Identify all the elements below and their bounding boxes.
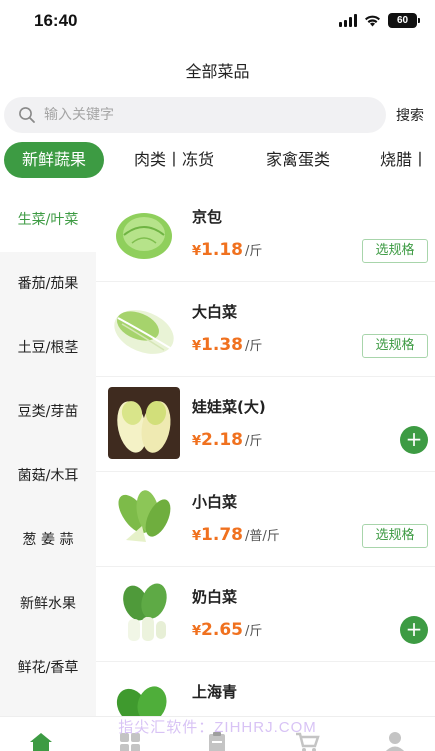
sidebar-item-leafy-greens[interactable]: 生菜/叶菜 [0,188,96,252]
search-button[interactable]: 搜索 [396,105,424,125]
select-spec-button[interactable]: 选规格 [362,239,428,263]
wifi-icon [365,15,380,27]
search-icon [19,107,35,123]
product-name: 上海青 [192,683,238,701]
product-item[interactable]: 小白菜 ¥1.78/普/斤 选规格 [96,473,435,567]
product-name: 京包 [192,208,223,226]
product-item[interactable]: 大白菜 ¥1.38/斤 选规格 [96,283,435,377]
add-to-cart-button[interactable]: + [400,426,428,454]
product-name: 小白菜 [192,493,238,511]
sidebar-item-onion-ginger-garlic[interactable]: 葱 姜 蒜 [0,508,96,572]
signal-icon [339,14,357,27]
product-name: 娃娃菜(大) [192,398,266,416]
search-input[interactable] [44,107,344,123]
status-icons: 60 [339,13,420,28]
product-item[interactable]: 上海青 [96,663,435,716]
product-image-cabbage [116,213,172,259]
product-name: 奶白菜 [192,588,238,606]
watermark: 指尖汇软件：ZIHHRJ.COM [118,719,317,736]
status-bar: 16:40 60 [0,0,435,44]
add-to-cart-button[interactable]: + [400,616,428,644]
product-price: ¥2.65/斤 [192,620,263,640]
tab-meat-frozen[interactable]: 肉类丨冻货 [134,142,214,178]
product-list: 京包 ¥1.18/斤 选规格 大白菜 ¥1.38/斤 选规格 娃娃菜(大) ¥2… [96,188,435,716]
product-price: ¥1.18/斤 [192,240,263,260]
product-image-bok-choy [118,490,171,542]
category-sidebar: 生菜/叶菜 番茄/茄果 土豆/根茎 豆类/芽苗 菌菇/木耳 葱 姜 蒜 新鲜水果… [0,188,96,716]
product-image-napa-cabbage [114,310,174,354]
sidebar-item-tomato-eggplant[interactable]: 番茄/茄果 [0,252,96,316]
sidebar-item-mushrooms[interactable]: 菌菇/木耳 [0,444,96,508]
page-title: 全部菜品 [185,62,250,81]
tab-fresh-produce[interactable]: 新鲜蔬果 [4,142,104,178]
product-name: 大白菜 [192,303,238,321]
select-spec-button[interactable]: 选规格 [362,334,428,358]
product-item[interactable]: 奶白菜 ¥2.65/斤 + [96,568,435,662]
product-price: ¥2.18/斤 [192,430,263,450]
sidebar-item-fresh-fruit[interactable]: 新鲜水果 [0,572,96,636]
tab-roast-meat[interactable]: 烧腊丨 [380,142,428,178]
search-bar[interactable] [4,97,386,133]
product-image-baby-cabbage [108,387,180,459]
sidebar-item-beans-sprouts[interactable]: 豆类/芽苗 [0,380,96,444]
select-spec-button[interactable]: 选规格 [362,524,428,548]
sidebar-item-potato-roots[interactable]: 土豆/根茎 [0,316,96,380]
product-image-shanghai-greens [116,686,167,716]
product-image-milk-bok-choy [123,583,167,641]
category-tabs: 新鲜蔬果 肉类丨冻货 家禽蛋类 烧腊丨 [0,142,435,178]
product-item[interactable]: 京包 ¥1.18/斤 选规格 [96,188,435,282]
product-item[interactable]: 娃娃菜(大) ¥2.18/斤 + [96,378,435,472]
status-time: 16:40 [34,11,78,30]
product-price: ¥1.78/普/斤 [192,525,280,545]
battery-icon: 60 [388,13,420,28]
product-price: ¥1.38/斤 [192,335,263,355]
tab-poultry-eggs[interactable]: 家禽蛋类 [266,142,330,178]
sidebar-item-flowers-herbs[interactable]: 鲜花/香草 [0,636,96,700]
